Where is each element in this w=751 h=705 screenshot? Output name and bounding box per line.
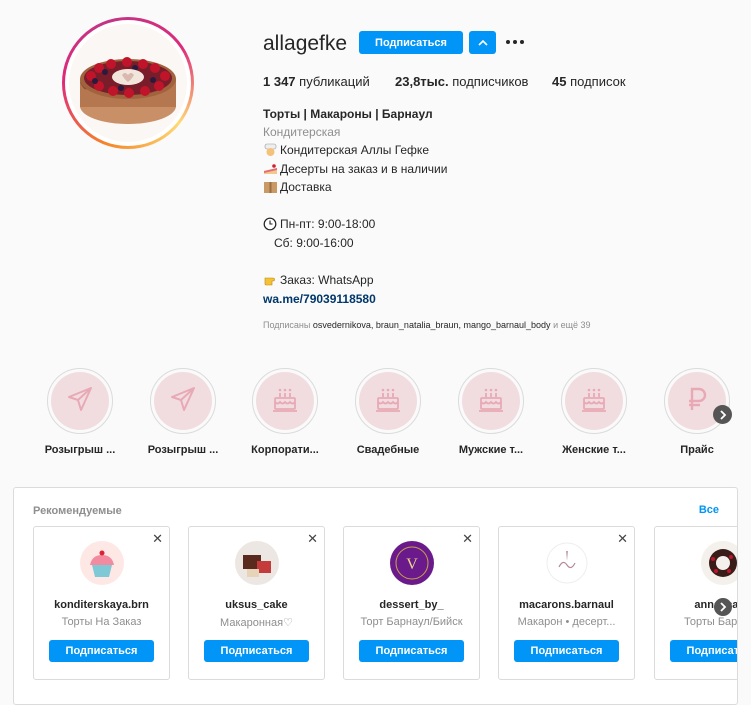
bio-line-1: Кондитерская Аллы Гефке <box>263 143 429 157</box>
suggestion-username[interactable]: konditerskaya.brn <box>34 599 169 611</box>
package-emoji-icon <box>264 182 277 193</box>
chef-emoji-icon <box>264 143 277 156</box>
highlight-item[interactable]: Розыгрыш ... <box>35 368 125 456</box>
highlight-label: Мужские т... <box>458 444 524 456</box>
more-dots-icon <box>506 40 510 44</box>
highlight-item[interactable]: Розыгрыш ... <box>138 368 228 456</box>
bio-order: Заказ: WhatsApp <box>263 273 374 287</box>
highlight-cover[interactable] <box>561 368 627 434</box>
suggestion-subtitle: Макаронная♡ <box>220 617 293 629</box>
suggestion-follow-button[interactable]: Подписаться <box>359 640 464 662</box>
cake-icon <box>373 384 403 419</box>
highlight-label: Прайс <box>680 444 714 456</box>
bio-hours-weekdays: Пн-пт: 9:00-18:00 <box>263 217 375 231</box>
bio-whatsapp-link[interactable]: wa.me/79039118580 <box>263 292 376 306</box>
bio-line-3: Доставка <box>263 180 332 194</box>
profile-username: allagefke <box>263 32 348 55</box>
suggestion-subtitle: Торты На Заказ <box>61 616 142 628</box>
recommended-panel: Рекомендуемые Все ✕ konditerskaya.brn Торт… <box>13 487 738 705</box>
suggestion-follow-button[interactable]: Подписаться <box>514 640 619 662</box>
followers-count[interactable]: 23,8тыс. подписчиков <box>395 74 528 89</box>
dismiss-close-icon[interactable]: ✕ <box>617 532 628 545</box>
highlight-cover[interactable] <box>150 368 216 434</box>
suggestion-subtitle: Торты Барнаул <box>683 616 738 628</box>
cake-icon <box>270 384 300 419</box>
dismiss-close-icon[interactable]: ✕ <box>307 532 318 545</box>
highlight-label: Корпорати... <box>251 444 319 456</box>
highlight-label: Свадебные <box>356 444 420 456</box>
cake-slice-emoji-icon <box>264 164 277 174</box>
suggestion-card[interactable]: ✕ uksus_cake Макаронная♡ Подписаться <box>188 526 325 680</box>
highlight-cover[interactable] <box>458 368 524 434</box>
bio-hours-saturday: Сб: 9:00-16:00 <box>274 236 354 250</box>
following-count[interactable]: 45 подписок <box>552 74 626 89</box>
paper-plane-icon <box>168 384 198 419</box>
cake-icon <box>579 384 609 419</box>
recommended-title: Рекомендуемые <box>33 505 122 517</box>
suggestion-username[interactable]: macarons.barnaul <box>499 599 634 611</box>
suggestion-username[interactable]: dessert_by_ <box>344 599 479 611</box>
paper-plane-icon <box>65 384 95 419</box>
suggested-toggle-button[interactable] <box>469 31 496 54</box>
suggestion-follow-button[interactable]: Подписаться <box>670 640 737 662</box>
suggestion-username[interactable]: uksus_cake <box>189 599 324 611</box>
chevron-right-icon <box>719 409 726 420</box>
highlight-item[interactable]: Свадебные <box>343 368 433 456</box>
suggestion-card[interactable]: ✕ macarons.barnaul Макарон • десерт... Подп… <box>498 526 635 680</box>
suggestion-follow-button[interactable]: Подписаться <box>49 640 154 662</box>
cake-icon <box>476 384 506 419</box>
highlight-cover[interactable] <box>47 368 113 434</box>
highlight-item[interactable]: Корпорати... <box>240 368 330 456</box>
chevron-up-icon <box>477 39 488 46</box>
suggestion-subtitle: Макарон • десерт... <box>517 616 616 628</box>
bio-category: Кондитерская <box>263 125 341 139</box>
dismiss-close-icon[interactable]: ✕ <box>152 532 163 545</box>
highlight-cover[interactable] <box>664 368 730 434</box>
cake-avatar-image <box>69 24 187 142</box>
highlight-cover[interactable] <box>355 368 421 434</box>
cupcake-logo-avatar[interactable] <box>79 541 124 585</box>
suggestion-card[interactable]: ✕ Vdessert_by_ Торт Барнаул/Бийск Подписать… <box>343 526 480 680</box>
cake-photo-avatar[interactable] <box>700 541 737 585</box>
suggestion-follow-button[interactable]: Подписаться <box>204 640 309 662</box>
highlight-label: Розыгрыш ... <box>44 444 116 456</box>
bio-title: Торты | Макароны | Барнаул <box>263 107 433 121</box>
more-options-button[interactable] <box>505 33 525 51</box>
macarons-logo-avatar[interactable] <box>544 541 589 585</box>
highlight-label: Женские т... <box>562 444 626 456</box>
followed-by-text[interactable]: Подписаны osvedernikova, braun_natalia_b… <box>263 320 591 330</box>
highlights-next-button[interactable] <box>713 405 732 424</box>
posts-count: 1 347 публикаций <box>263 74 370 89</box>
dessert-photo-avatar[interactable] <box>234 541 279 585</box>
suggestion-card[interactable]: ✕ konditerskaya.brn Торты На Заказ Подписат… <box>33 526 170 680</box>
see-all-link[interactable]: Все <box>699 504 719 516</box>
svg-text:V: V <box>406 556 418 573</box>
highlight-item[interactable]: Женские т... <box>549 368 639 456</box>
highlight-label: Розыгрыш ... <box>147 444 219 456</box>
recommended-next-button[interactable] <box>714 598 732 616</box>
highlight-cover[interactable] <box>252 368 318 434</box>
chevron-right-icon <box>720 602 727 612</box>
follow-button[interactable]: Подписаться <box>359 31 463 54</box>
highlight-item[interactable]: Мужские т... <box>446 368 536 456</box>
dismiss-close-icon[interactable]: ✕ <box>462 532 473 545</box>
clock-emoji-icon <box>263 217 277 231</box>
pointing-hand-emoji-icon <box>264 277 275 286</box>
suggestion-subtitle: Торт Барнаул/Бийск <box>360 616 463 628</box>
dessert-logo-avatar[interactable]: V <box>389 541 434 585</box>
bio-line-2: Десерты на заказ и в наличии <box>263 162 447 176</box>
ruble-icon <box>682 384 712 419</box>
profile-avatar[interactable] <box>62 17 194 149</box>
